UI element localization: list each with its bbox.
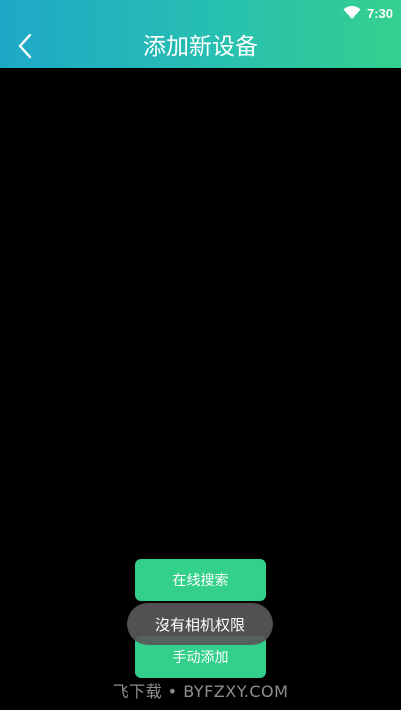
app-header: 7:30 添加新设备 xyxy=(0,0,401,68)
toast-message: 沒有相机权限 xyxy=(127,603,273,645)
online-search-button[interactable]: 在线搜索 xyxy=(135,559,266,601)
wifi-icon xyxy=(343,6,361,19)
watermark: 飞下载 • BYFZXY.COM xyxy=(112,682,289,701)
status-bar: 7:30 xyxy=(343,4,393,22)
page-title: 添加新设备 xyxy=(143,34,258,60)
status-time: 7:30 xyxy=(366,5,393,21)
